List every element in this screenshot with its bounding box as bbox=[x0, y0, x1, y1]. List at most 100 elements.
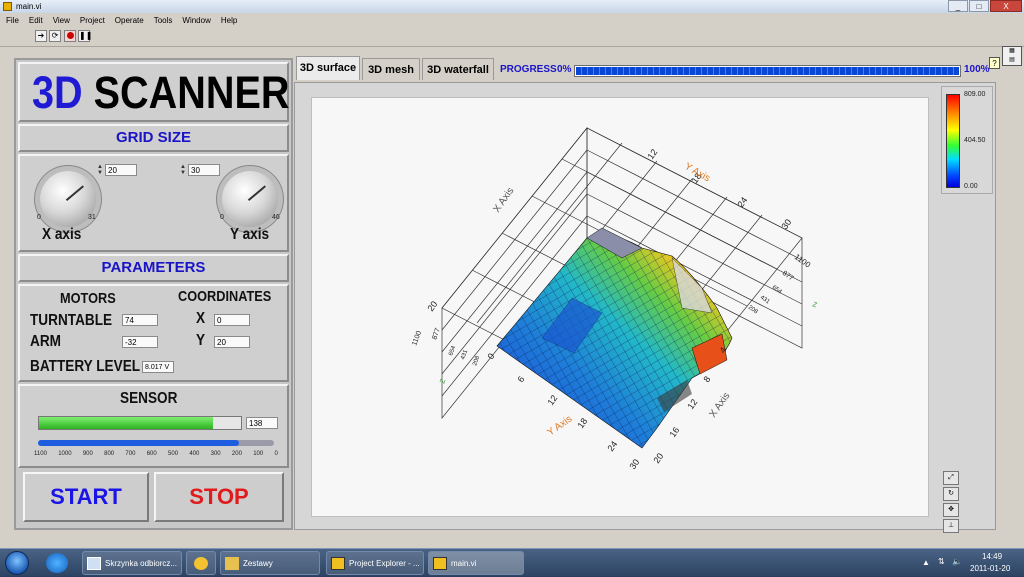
y-axis-title: Y Axis bbox=[545, 414, 574, 439]
y-knob-min: 0 bbox=[220, 214, 224, 221]
y-grid-input[interactable]: 30 bbox=[188, 164, 220, 176]
y-spin-arrows-icon[interactable]: ▲ ▼ bbox=[180, 164, 186, 176]
y-knob-max: 46 bbox=[272, 214, 280, 221]
parameters-section: MOTORS COORDINATES TURNTABLE 74 ARM -32 … bbox=[18, 284, 289, 382]
progress-label: PROGRESS bbox=[500, 64, 557, 75]
axes-icon[interactable]: ⊥ bbox=[943, 519, 959, 533]
sensor-scale-tick: 100 bbox=[253, 451, 264, 457]
taskbar-item-messenger[interactable] bbox=[186, 551, 216, 575]
ie-icon[interactable] bbox=[46, 553, 68, 573]
z-tick: 877 bbox=[431, 327, 442, 340]
z-tick: 431 bbox=[460, 349, 469, 361]
window-title: main.vi bbox=[16, 2, 42, 11]
x-tick: 12 bbox=[685, 397, 699, 411]
volume-icon[interactable]: 🔈 bbox=[952, 557, 962, 566]
maximize-button[interactable]: □ bbox=[969, 0, 989, 12]
zoom-icon[interactable]: ⤢ bbox=[943, 471, 959, 485]
sensor-scale-tick: 0 bbox=[274, 451, 278, 457]
app-title: 3D SCANNER bbox=[32, 67, 290, 118]
sensor-label: SENSOR bbox=[120, 390, 178, 407]
x-axis-title: X Axis bbox=[707, 391, 732, 420]
y-tick: 6 bbox=[515, 374, 526, 384]
color-scale: 809.00 404.50 0.00 bbox=[941, 86, 993, 194]
z-tick: 654 bbox=[448, 345, 457, 357]
z-tick: 654 bbox=[771, 285, 783, 296]
labview-window: main.vi _ □ X File Edit View Project Ope… bbox=[0, 0, 1024, 548]
stop-button[interactable]: STOP bbox=[154, 472, 284, 522]
graph-palette: ⤢ ↻ ✥ ⊥ bbox=[943, 471, 963, 541]
menu-tools[interactable]: Tools bbox=[154, 14, 173, 27]
run-continuously-icon[interactable]: ⟳ bbox=[49, 30, 61, 42]
y-axis-knob[interactable] bbox=[222, 171, 278, 227]
x-grid-input[interactable]: 20 bbox=[105, 164, 137, 176]
sensor-scale-tick: 1100 bbox=[34, 451, 47, 457]
menu-file[interactable]: File bbox=[6, 14, 19, 27]
color-scale-mid: 404.50 bbox=[964, 137, 986, 144]
sensor-scale-tick: 900 bbox=[82, 451, 93, 457]
top-y-tick: 24 bbox=[735, 195, 749, 209]
z-tick: 431 bbox=[759, 295, 771, 306]
battery-value: 8.017 V bbox=[142, 361, 174, 373]
arm-value: -32 bbox=[122, 336, 158, 348]
tab-3d-mesh[interactable]: 3D mesh bbox=[362, 58, 420, 80]
z-tick: 877 bbox=[781, 270, 795, 282]
y-axis-label: Y axis bbox=[230, 226, 270, 243]
sensor-bar bbox=[38, 416, 242, 430]
coord-x-label: X bbox=[196, 310, 206, 327]
top-x-tick: 20 bbox=[425, 299, 439, 313]
taskbar-item-main-vi[interactable]: main.vi bbox=[428, 551, 524, 575]
system-tray: ▲ ⇅ 🔈 14:49 2011-01-20 bbox=[916, 549, 1024, 577]
tab-3d-waterfall[interactable]: 3D waterfall bbox=[422, 58, 494, 80]
abort-icon[interactable] bbox=[64, 30, 76, 42]
sensor-value: 138 bbox=[246, 417, 278, 429]
start-button[interactable]: START bbox=[23, 472, 149, 522]
sensor-slider[interactable] bbox=[38, 440, 274, 446]
network-icon[interactable]: ⇅ bbox=[938, 557, 945, 566]
taskbar-item-folder[interactable]: Zestawy bbox=[220, 551, 320, 575]
turntable-value: 74 bbox=[122, 314, 158, 326]
toolbar: ➔ ⟳ ❚❚ ? ▦ ▤ bbox=[0, 27, 1024, 69]
pan-icon[interactable]: ✥ bbox=[943, 503, 959, 517]
surface-mesh bbox=[496, 227, 733, 449]
clock-date[interactable]: 2011-01-20 bbox=[970, 564, 1010, 573]
sensor-scale-tick: 600 bbox=[146, 451, 157, 457]
y-tick: 18 bbox=[575, 416, 589, 430]
pause-icon[interactable]: ❚❚ bbox=[78, 30, 92, 42]
menu-help[interactable]: Help bbox=[221, 14, 237, 27]
x-knob-min: 0 bbox=[37, 214, 41, 221]
menu-operate[interactable]: Operate bbox=[115, 14, 144, 27]
top-y-tick: 30 bbox=[779, 217, 793, 231]
z-tick: 1100 bbox=[793, 252, 813, 270]
rotate-icon[interactable]: ↻ bbox=[943, 487, 959, 501]
plot-frame: 0 6 12 18 24 30 20 16 12 8 4 1100 877 65… bbox=[294, 82, 996, 533]
title-bar: main.vi _ □ X bbox=[0, 0, 1024, 13]
color-scale-max: 809.00 bbox=[964, 91, 986, 98]
close-button[interactable]: X bbox=[990, 0, 1022, 12]
sensor-scale: 1100 1000 900 800 700 600 500 400 300 200 100 0 bbox=[34, 451, 278, 461]
vi-connector-icon: ▦ ▤ bbox=[1002, 46, 1022, 66]
menu-view[interactable]: View bbox=[53, 14, 70, 27]
tray-arrow-icon[interactable]: ▲ bbox=[922, 558, 930, 567]
run-arrow-icon[interactable]: ➔ bbox=[35, 30, 47, 42]
progress-fill bbox=[576, 67, 959, 75]
taskbar-item-mail[interactable]: Skrzynka odbiorcz... bbox=[82, 551, 182, 575]
y-tick: 30 bbox=[627, 457, 641, 471]
x-spin-arrows-icon[interactable]: ▲ ▼ bbox=[97, 164, 103, 176]
menu-window[interactable]: Window bbox=[182, 14, 210, 27]
tab-3d-surface[interactable]: 3D surface bbox=[296, 56, 360, 80]
control-panel: 3D SCANNER GRID SIZE ▲ ▼ 20 0 31 X axis ▲… bbox=[14, 58, 293, 530]
sensor-scale-tick: 200 bbox=[231, 451, 242, 457]
surface-plot-area[interactable]: 0 6 12 18 24 30 20 16 12 8 4 1100 877 65… bbox=[311, 97, 929, 517]
progress-min: 0% bbox=[557, 64, 572, 75]
y-tick: 24 bbox=[605, 439, 619, 453]
taskbar: Skrzynka odbiorcz... Zestawy Project Exp… bbox=[0, 548, 1024, 576]
clock-time[interactable]: 14:49 bbox=[982, 552, 1002, 561]
menu-project[interactable]: Project bbox=[80, 14, 105, 27]
start-orb-icon[interactable] bbox=[5, 551, 29, 575]
taskbar-item-project-explorer[interactable]: Project Explorer - ... bbox=[326, 551, 424, 575]
minimize-button[interactable]: _ bbox=[948, 0, 968, 12]
vi-small-icon bbox=[3, 2, 12, 11]
sensor-scale-tick: 400 bbox=[189, 451, 200, 457]
menu-edit[interactable]: Edit bbox=[29, 14, 43, 27]
sensor-scale-tick: 1000 bbox=[58, 451, 72, 457]
